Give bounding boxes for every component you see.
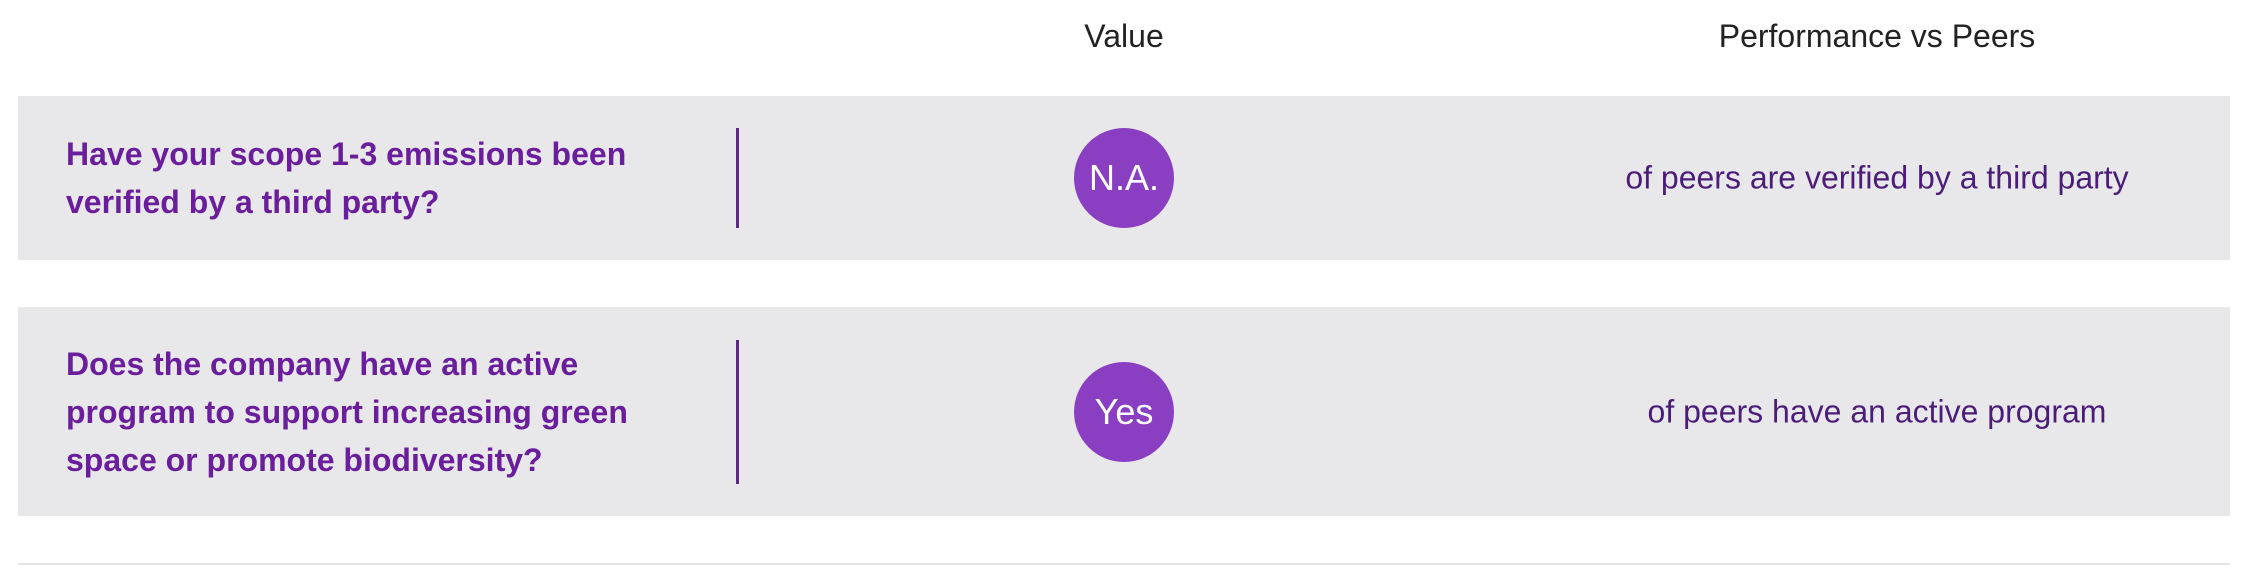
- table-row: Does the company have an active program …: [18, 307, 2230, 516]
- question-text: Have your scope 1-3 emissions been verif…: [66, 136, 627, 220]
- value-badge: Yes: [1074, 361, 1174, 462]
- row-divider: [736, 339, 739, 484]
- question-text: Does the company have an active program …: [66, 345, 628, 478]
- table-header: Value Performance vs Peers: [0, 0, 2242, 96]
- performance-vs-peers-column-header: Performance vs Peers: [1718, 18, 2036, 54]
- peer-comparison-text: of peers have an active program: [1647, 393, 2107, 429]
- row-divider: [736, 128, 739, 228]
- table-row: Have your scope 1-3 emissions been verif…: [18, 96, 2230, 260]
- bottom-divider: [18, 563, 2230, 565]
- value-badge: N.A.: [1074, 128, 1174, 228]
- value-column-header: Value: [1084, 18, 1164, 54]
- peer-comparison-text: of peers are verified by a third party: [1625, 159, 2129, 196]
